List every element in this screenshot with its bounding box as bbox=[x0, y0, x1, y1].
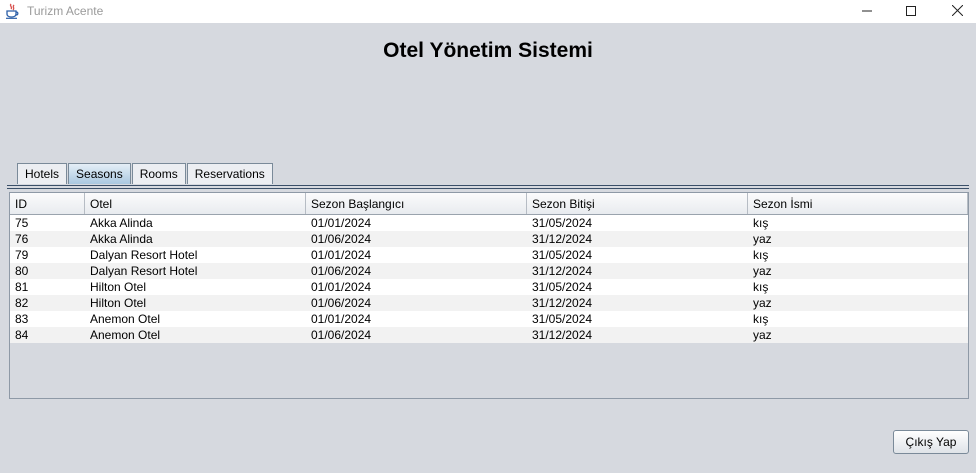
cell-hotel: Akka Alinda bbox=[90, 216, 153, 230]
cell-hotel: Akka Alinda bbox=[90, 232, 153, 246]
table-row[interactable]: 83 Anemon Otel 01/01/2024 31/05/2024 kış bbox=[10, 311, 968, 327]
tab-divider bbox=[7, 188, 969, 189]
tab-divider bbox=[7, 185, 969, 186]
cell-id: 83 bbox=[15, 312, 29, 326]
cell-season-end: 31/05/2024 bbox=[532, 280, 593, 294]
cell-season-end: 31/12/2024 bbox=[532, 328, 593, 342]
cell-season-end: 31/12/2024 bbox=[532, 232, 593, 246]
cell-season-name: yaz bbox=[753, 232, 772, 246]
cell-season-name: yaz bbox=[753, 328, 772, 342]
column-header-season-name[interactable]: Sezon İsmi bbox=[748, 193, 968, 214]
maximize-icon bbox=[906, 3, 916, 21]
column-header-season-end[interactable]: Sezon Bitişi bbox=[527, 193, 748, 214]
window-titlebar: Turizm Acente bbox=[0, 0, 976, 23]
cell-season-start: 01/01/2024 bbox=[311, 312, 372, 326]
minimize-button[interactable] bbox=[844, 0, 890, 23]
cell-season-end: 31/12/2024 bbox=[532, 296, 593, 310]
cell-season-name: kış bbox=[753, 248, 769, 262]
table-row[interactable]: 82 Hilton Otel 01/06/2024 31/12/2024 yaz bbox=[10, 295, 968, 311]
cell-id: 80 bbox=[15, 264, 29, 278]
cell-id: 75 bbox=[15, 216, 29, 230]
logout-button[interactable]: Çıkış Yap bbox=[893, 430, 969, 454]
cell-season-name: kış bbox=[753, 312, 769, 326]
cell-season-end: 31/12/2024 bbox=[532, 264, 593, 278]
cell-season-start: 01/01/2024 bbox=[311, 280, 372, 294]
cell-hotel: Hilton Otel bbox=[90, 280, 147, 294]
table-header: ID Otel Sezon Başlangıcı Sezon Bitişi Se… bbox=[10, 193, 968, 215]
close-icon bbox=[951, 3, 963, 21]
cell-id: 79 bbox=[15, 248, 29, 262]
cell-hotel: Dalyan Resort Hotel bbox=[90, 264, 198, 278]
table-row[interactable]: 76 Akka Alinda 01/06/2024 31/12/2024 yaz bbox=[10, 231, 968, 247]
tab-hotels[interactable]: Hotels bbox=[17, 163, 68, 184]
cell-hotel: Anemon Otel bbox=[90, 312, 161, 326]
cell-season-start: 01/06/2024 bbox=[311, 296, 372, 310]
cell-id: 84 bbox=[15, 328, 29, 342]
table-row[interactable]: 84 Anemon Otel 01/06/2024 31/12/2024 yaz bbox=[10, 327, 968, 343]
cell-hotel: Anemon Otel bbox=[90, 328, 161, 342]
table-row[interactable]: 75 Akka Alinda 01/01/2024 31/05/2024 kış bbox=[10, 215, 968, 231]
column-header-season-start[interactable]: Sezon Başlangıcı bbox=[306, 193, 527, 214]
cell-season-name: yaz bbox=[753, 296, 772, 310]
cell-season-start: 01/06/2024 bbox=[311, 232, 372, 246]
window-title: Turizm Acente bbox=[27, 4, 104, 18]
cell-season-end: 31/05/2024 bbox=[532, 216, 593, 230]
cell-season-end: 31/05/2024 bbox=[532, 312, 593, 326]
cell-hotel: Dalyan Resort Hotel bbox=[90, 248, 198, 262]
cell-season-end: 31/05/2024 bbox=[532, 248, 593, 262]
close-button[interactable] bbox=[934, 0, 976, 23]
cell-season-start: 01/01/2024 bbox=[311, 216, 372, 230]
cell-season-name: kış bbox=[753, 280, 769, 294]
cell-season-start: 01/06/2024 bbox=[311, 264, 372, 278]
cell-season-start: 01/06/2024 bbox=[311, 328, 372, 342]
table-body: 75 Akka Alinda 01/01/2024 31/05/2024 kış… bbox=[10, 215, 968, 343]
tab-rooms[interactable]: Rooms bbox=[131, 163, 186, 184]
minimize-icon bbox=[862, 3, 872, 21]
cell-season-start: 01/01/2024 bbox=[311, 248, 372, 262]
column-header-id[interactable]: ID bbox=[10, 193, 85, 214]
cell-id: 76 bbox=[15, 232, 29, 246]
cell-id: 81 bbox=[15, 280, 29, 294]
cell-hotel: Hilton Otel bbox=[90, 296, 147, 310]
tab-reservations[interactable]: Reservations bbox=[186, 163, 273, 184]
cell-season-name: kış bbox=[753, 216, 769, 230]
cell-id: 82 bbox=[15, 296, 29, 310]
tab-seasons[interactable]: Seasons bbox=[68, 163, 131, 184]
table-row[interactable]: 81 Hilton Otel 01/01/2024 31/05/2024 kış bbox=[10, 279, 968, 295]
table-row[interactable]: 79 Dalyan Resort Hotel 01/01/2024 31/05/… bbox=[10, 247, 968, 263]
maximize-button[interactable] bbox=[888, 0, 934, 23]
seasons-table[interactable]: ID Otel Sezon Başlangıcı Sezon Bitişi Se… bbox=[9, 192, 969, 399]
table-row[interactable]: 80 Dalyan Resort Hotel 01/06/2024 31/12/… bbox=[10, 263, 968, 279]
cell-season-name: yaz bbox=[753, 264, 772, 278]
page-title: Otel Yönetim Sistemi bbox=[383, 39, 593, 62]
column-header-hotel[interactable]: Otel bbox=[85, 193, 306, 214]
java-cup-icon bbox=[5, 3, 19, 19]
tab-bar: Hotels Seasons Rooms Reservations bbox=[17, 163, 274, 185]
